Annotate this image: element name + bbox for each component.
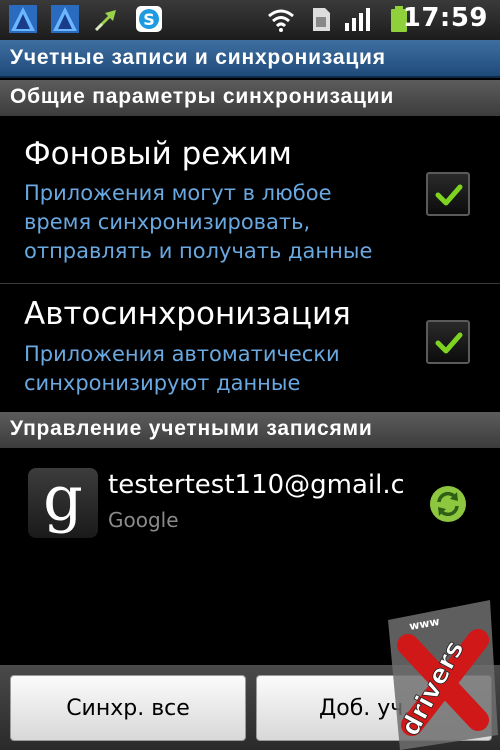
sync-all-button[interactable]: Синхр. все bbox=[10, 675, 246, 741]
notification-app-icon bbox=[51, 5, 79, 33]
checkmark-icon bbox=[435, 184, 463, 206]
sim-card-icon bbox=[313, 8, 330, 31]
checkmark-icon bbox=[435, 332, 463, 354]
signal-icon bbox=[345, 8, 370, 31]
divider bbox=[0, 283, 500, 284]
status-bar: S 17:59 bbox=[0, 0, 500, 40]
sync-arrows-icon bbox=[94, 10, 116, 32]
background-data-desc-line: время синхронизировать, bbox=[24, 210, 311, 234]
google-g-icon: g bbox=[28, 462, 98, 538]
clock: 17:59 bbox=[402, 3, 488, 33]
section-header-label: Управление учетными записями bbox=[10, 417, 373, 440]
background-data-checkbox[interactable] bbox=[426, 172, 470, 216]
sync-icon[interactable] bbox=[428, 484, 468, 524]
auto-sync-desc-line: синхронизируют данные bbox=[24, 371, 301, 395]
account-type: Google bbox=[108, 508, 179, 532]
auto-sync-title: Автосинхронизация bbox=[24, 296, 351, 332]
page-title: Учетные записи и синхронизация bbox=[10, 46, 386, 69]
notification-app-icon bbox=[9, 5, 37, 33]
section-header-label: Общие параметры синхронизации bbox=[10, 85, 395, 108]
account-email: testertest110@gmail.com bbox=[108, 470, 403, 500]
wifi-icon bbox=[268, 9, 294, 32]
skype-icon: S bbox=[136, 6, 162, 32]
section-header-general: Общие параметры синхронизации bbox=[0, 80, 500, 116]
title-bar: Учетные записи и синхронизация bbox=[0, 40, 500, 78]
drivers-watermark-logo: drivers www bbox=[388, 600, 498, 750]
svg-text:S: S bbox=[143, 10, 155, 29]
background-data-title: Фоновый режим bbox=[24, 136, 292, 172]
auto-sync-desc-line: Приложения автоматически bbox=[24, 342, 340, 366]
background-data-desc-line: Приложения могут в любое bbox=[24, 181, 332, 205]
section-header-accounts: Управление учетными записями bbox=[0, 412, 500, 448]
auto-sync-checkbox[interactable] bbox=[426, 320, 470, 364]
background-data-desc-line: отправлять и получать данные bbox=[24, 239, 373, 263]
